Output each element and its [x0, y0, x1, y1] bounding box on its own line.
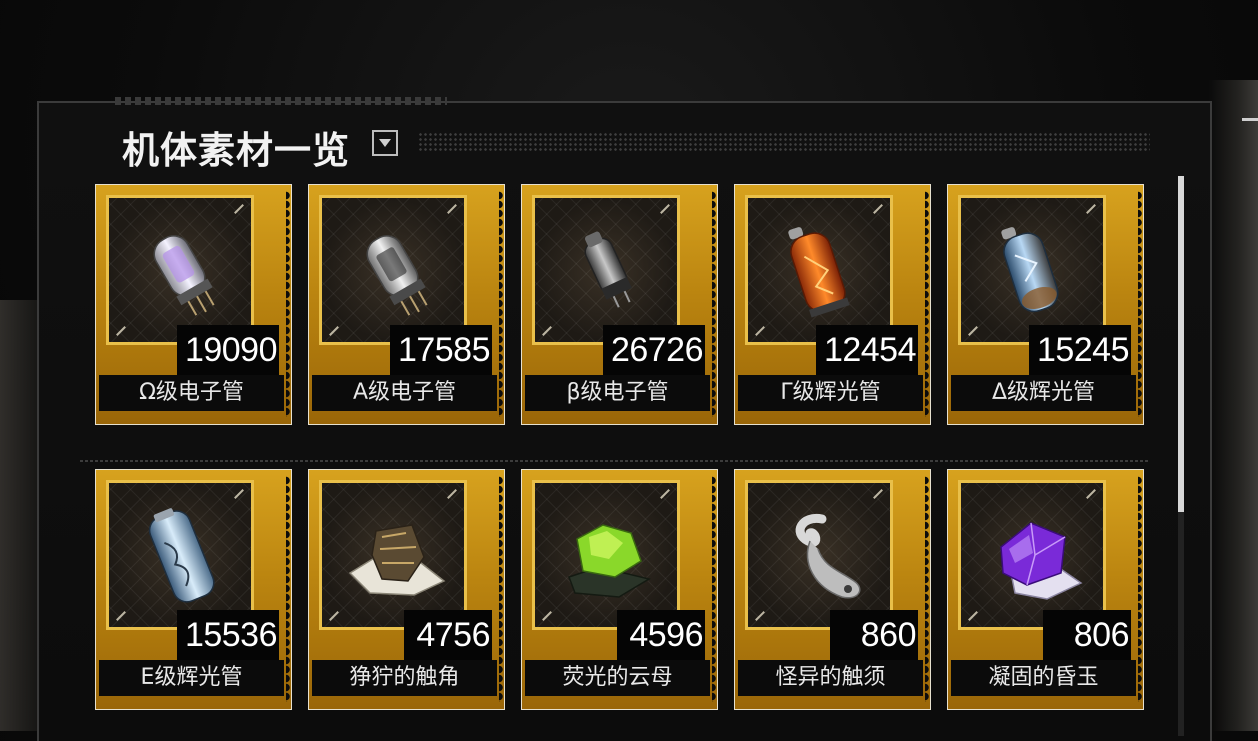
item-frame — [319, 195, 467, 345]
item-frame — [745, 195, 893, 345]
item-frame — [106, 195, 254, 345]
item-frame — [745, 480, 893, 630]
material-card[interactable]: 19090 Ω级电子管 — [95, 184, 292, 425]
item-name: Ε级辉光管 — [99, 660, 284, 696]
item-count: 860 — [830, 610, 918, 660]
item-count: 12454 — [815, 325, 918, 375]
item-count: 19090 — [176, 325, 279, 375]
item-name: 怪异的触须 — [738, 660, 923, 696]
item-count: 26726 — [602, 325, 705, 375]
item-name: β级电子管 — [525, 375, 710, 411]
item-frame — [958, 195, 1106, 345]
material-card[interactable]: 15536 Ε级辉光管 — [95, 469, 292, 710]
electron-tube-purple-icon — [153, 235, 215, 316]
green-mica-icon — [568, 524, 651, 598]
item-frame — [532, 195, 680, 345]
material-card[interactable]: 860 怪异的触须 — [734, 469, 931, 710]
horn-fragment-icon — [348, 524, 446, 596]
electron-tube-dark-icon — [584, 231, 632, 308]
electron-tube-silver-icon — [366, 235, 428, 316]
dropdown-button[interactable] — [372, 130, 398, 156]
material-card[interactable]: 4756 狰狞的触角 — [308, 469, 505, 710]
item-frame — [532, 480, 680, 630]
header-dot-pattern — [418, 132, 1150, 152]
purple-crystal-icon — [1000, 522, 1083, 600]
panel-title: 机体素材一览 — [122, 128, 350, 172]
item-count: 15536 — [176, 610, 279, 660]
glow-tube-blue-icon — [1001, 227, 1059, 313]
scrollbar-track[interactable] — [1178, 176, 1184, 736]
material-card[interactable]: 806 凝固的昏玉 — [947, 469, 1144, 710]
item-frame — [106, 480, 254, 630]
item-count: 806 — [1043, 610, 1131, 660]
material-card[interactable]: 4596 荧光的云母 — [521, 469, 718, 710]
item-name: Ω级电子管 — [99, 375, 284, 411]
item-count: 4596 — [617, 610, 705, 660]
item-frame — [958, 480, 1106, 630]
scrollbar-thumb[interactable] — [1178, 176, 1184, 512]
item-name: 荧光的云母 — [525, 660, 710, 696]
material-card[interactable]: 15245 Δ级辉光管 — [947, 184, 1144, 425]
panel-notch-decoration — [115, 97, 447, 105]
item-count: 4756 — [404, 610, 492, 660]
item-name: Α级电子管 — [312, 375, 497, 411]
item-count: 15245 — [1028, 325, 1131, 375]
silver-tentacle-icon — [795, 513, 861, 599]
item-name: 狰狞的触角 — [312, 660, 497, 696]
item-frame — [319, 480, 467, 630]
material-card[interactable]: 26726 β级电子管 — [521, 184, 718, 425]
item-name: Δ级辉光管 — [951, 375, 1136, 411]
background-shade-right — [1208, 80, 1258, 731]
item-name: Γ级辉光管 — [738, 375, 923, 411]
material-grid: 19090 Ω级电子管 17585 Α级电子管 26726 β级电子管 1245… — [95, 184, 1145, 714]
material-card[interactable]: 17585 Α级电子管 — [308, 184, 505, 425]
material-card[interactable]: 12454 Γ级辉光管 — [734, 184, 931, 425]
glow-tube-orange-icon — [788, 227, 850, 318]
triangle-down-icon — [379, 139, 391, 147]
item-count: 17585 — [389, 325, 492, 375]
edge-marker — [1242, 118, 1258, 121]
item-name: 凝固的昏玉 — [951, 660, 1136, 696]
glow-tube-ice-icon — [148, 508, 215, 603]
